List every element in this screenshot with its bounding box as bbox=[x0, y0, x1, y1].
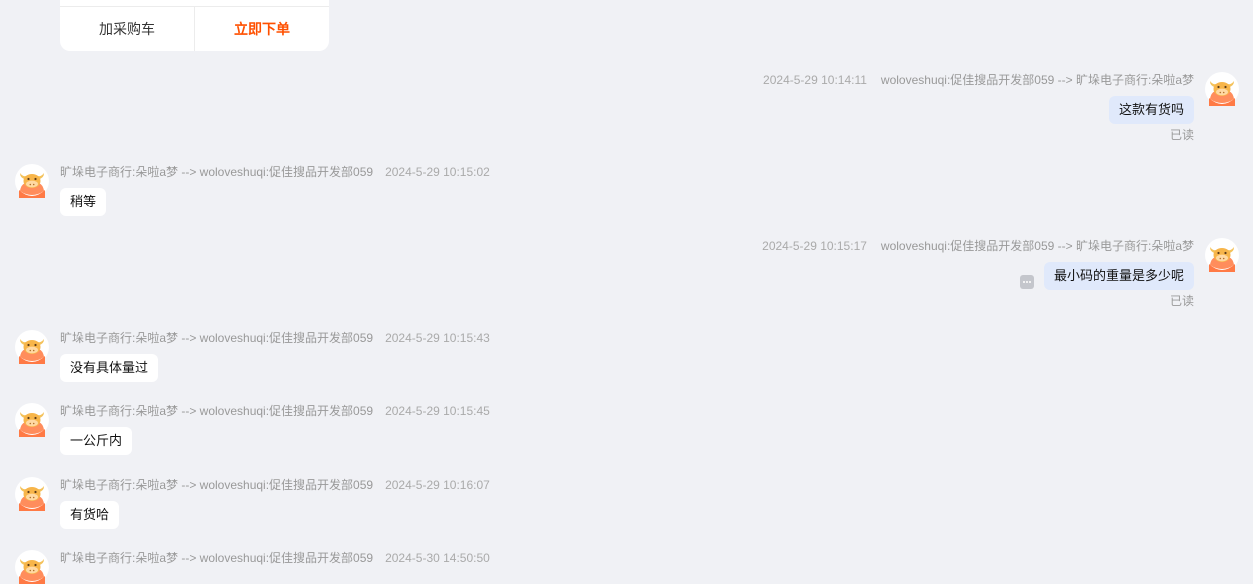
message-bubble[interactable]: 有货哈 bbox=[60, 501, 120, 529]
message-route: 旷垛电子商行:朵啦a梦 --> woloveshuqi:促佳搜品开发部059 bbox=[60, 551, 374, 565]
message-meta: 旷垛电子商行:朵啦a梦 --> woloveshuqi:促佳搜品开发部059 20… bbox=[60, 163, 490, 180]
order-now-button[interactable]: 立即下单 bbox=[195, 7, 329, 51]
message-bubble[interactable]: 一公斤内 bbox=[60, 427, 133, 455]
cartoon-cow-avatar-icon[interactable] bbox=[15, 330, 49, 364]
message-meta: 2024-5-29 10:15:17 woloveshuqi:促佳搜品开发部059… bbox=[762, 237, 1194, 254]
message-time: 2024-5-29 10:15:43 bbox=[385, 331, 490, 345]
product-card-actions: 加采购车 立即下单 bbox=[60, 6, 329, 51]
message-time: 2024-5-29 10:14:11 bbox=[763, 73, 867, 87]
cartoon-cow-avatar-icon[interactable] bbox=[15, 403, 49, 437]
message-bubble[interactable]: 这款有货吗 bbox=[1108, 96, 1194, 124]
message-route: 旷垛电子商行:朵啦a梦 --> woloveshuqi:促佳搜品开发部059 bbox=[60, 404, 374, 418]
message-meta: 2024-5-29 10:14:11 woloveshuqi:促佳搜品开发部059… bbox=[763, 71, 1194, 88]
product-card: 加采购车 立即下单 bbox=[60, 0, 329, 51]
message-time: 2024-5-29 10:15:17 bbox=[762, 239, 867, 253]
cartoon-cow-avatar-icon[interactable] bbox=[1205, 238, 1239, 272]
message-bubble[interactable]: 稍等 bbox=[60, 188, 107, 216]
read-status: 已读 bbox=[1169, 128, 1194, 142]
message-route: woloveshuqi:促佳搜品开发部059 --> 旷垛电子商行:朵啦a梦 bbox=[880, 73, 1194, 87]
message-meta: 旷垛电子商行:朵啦a梦 --> woloveshuqi:促佳搜品开发部059 20… bbox=[60, 476, 490, 493]
message-route: 旷垛电子商行:朵啦a梦 --> woloveshuqi:促佳搜品开发部059 bbox=[60, 165, 374, 179]
message-route: 旷垛电子商行:朵啦a梦 --> woloveshuqi:促佳搜品开发部059 bbox=[60, 331, 374, 345]
message-time: 2024-5-29 10:16:07 bbox=[385, 478, 490, 492]
cartoon-cow-avatar-icon[interactable] bbox=[15, 477, 49, 511]
message-time: 2024-5-29 10:15:02 bbox=[385, 165, 490, 179]
cartoon-cow-avatar-icon[interactable] bbox=[15, 550, 49, 584]
message-route: woloveshuqi:促佳搜品开发部059 --> 旷垛电子商行:朵啦a梦 bbox=[880, 239, 1194, 253]
cartoon-cow-avatar-icon[interactable] bbox=[15, 164, 49, 198]
add-to-cart-button[interactable]: 加采购车 bbox=[60, 7, 195, 51]
message-route: 旷垛电子商行:朵啦a梦 --> woloveshuqi:促佳搜品开发部059 bbox=[60, 478, 374, 492]
message-time: 2024-5-29 10:15:45 bbox=[385, 404, 490, 418]
message-bubble[interactable]: 最小码的重量是多少呢 bbox=[1043, 262, 1194, 290]
message-meta: 旷垛电子商行:朵啦a梦 --> woloveshuqi:促佳搜品开发部059 20… bbox=[60, 402, 490, 419]
more-options-icon[interactable] bbox=[1020, 275, 1034, 289]
message-bubble[interactable]: 没有具体量过 bbox=[60, 354, 159, 382]
message-meta: 旷垛电子商行:朵啦a梦 --> woloveshuqi:促佳搜品开发部059 20… bbox=[60, 329, 490, 346]
message-time: 2024-5-30 14:50:50 bbox=[385, 551, 490, 565]
read-status: 已读 bbox=[1169, 294, 1194, 308]
cartoon-cow-avatar-icon[interactable] bbox=[1205, 72, 1239, 106]
